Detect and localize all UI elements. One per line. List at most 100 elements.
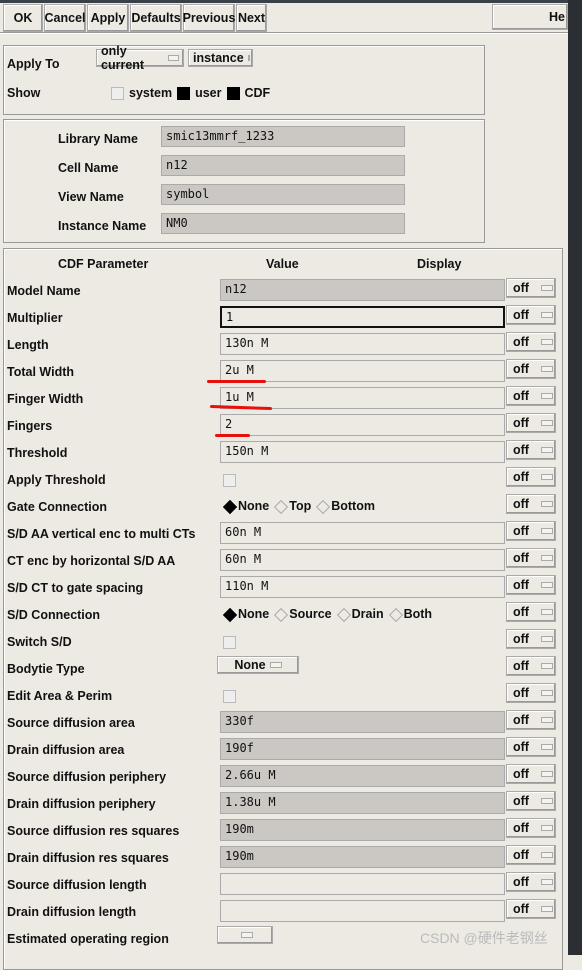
cancel-button[interactable]: Cancel [44,4,86,32]
s-d-aa-vertical-enc-to-multi-cts-display-dropdown[interactable]: off [506,521,556,541]
s-d-connection-radio-drain[interactable]: Drain [336,607,384,622]
s-d-connection-radio-none[interactable]: None [222,607,269,622]
param-label: Apply Threshold [7,473,106,487]
ok-button[interactable]: OK [3,4,43,32]
total-width-display-dropdown[interactable]: off [506,359,556,379]
source-diffusion-length-display-dropdown[interactable]: off [506,872,556,892]
drain-diffusion-res-squares-display-dropdown[interactable]: off [506,845,556,865]
previous-button[interactable]: Previous [183,4,235,32]
threshold-input[interactable]: 150n M [220,441,505,463]
source-diffusion-res-squares-display-dropdown[interactable]: off [506,818,556,838]
bodytie-type-display-dropdown[interactable]: off [506,656,556,676]
source-diffusion-length-input[interactable] [220,873,505,895]
finger-width-display-dropdown[interactable]: off [506,386,556,406]
dropdown-icon [540,906,553,912]
s-d-connection-radio-both[interactable]: Both [388,607,432,622]
drain-diffusion-length-input[interactable] [220,900,505,922]
apply-target-dropdown[interactable]: instance [188,49,253,67]
edit-area-perim-checkbox[interactable] [223,690,236,703]
display-value: off [513,308,529,322]
param-row-s-d-connection: S/D Connection None Source Drain Both off [3,601,558,628]
display-value: off [513,281,529,295]
dropdown-icon [540,744,553,750]
annotation-underline [207,380,266,383]
gate-connection-radio-none[interactable]: None [222,499,269,514]
dropdown-icon [540,717,553,723]
system-checkbox[interactable] [111,86,124,100]
user-checkbox[interactable] [177,86,191,100]
next-button[interactable]: Next [236,4,267,32]
ct-enc-by-horizontal-s-d-aa-display-dropdown[interactable]: off [506,548,556,568]
drain-diffusion-area-input: 190f [220,738,505,760]
dropdown-icon [241,932,253,938]
fingers-display-dropdown[interactable]: off [506,413,556,433]
param-row-bodytie-type: Bodytie Type None off [3,655,558,682]
s-d-aa-vertical-enc-to-multi-cts-input[interactable]: 60n M [220,522,505,544]
param-row-multiplier: Multiplier 1 off [3,304,558,331]
source-diffusion-area-display-dropdown[interactable]: off [506,710,556,730]
toolbar-divider [0,32,568,34]
cell-name-field: n12 [161,155,405,176]
ct-enc-by-horizontal-s-d-aa-input[interactable]: 60n M [220,549,505,571]
multiplier-input[interactable]: 1 [220,306,505,328]
apply-to-panel: Apply To only current instance Show syst… [3,44,485,115]
s-d-connection-radio-source[interactable]: Source [273,607,332,622]
gate-connection-radio-bottom[interactable]: Bottom [315,499,375,514]
total-width-input[interactable]: 2u M [220,360,505,382]
drain-diffusion-periphery-display-dropdown[interactable]: off [506,791,556,811]
apply-threshold-display-dropdown[interactable]: off [506,467,556,487]
bodytie-type-dropdown[interactable]: None [217,656,299,674]
source-diffusion-periphery-display-dropdown[interactable]: off [506,764,556,784]
apply-button[interactable]: Apply [87,4,129,32]
param-label: Drain diffusion periphery [7,797,156,811]
display-value: off [513,389,529,403]
finger-width-input[interactable]: 1u M [220,387,505,409]
param-label: Threshold [7,446,68,460]
defaults-button[interactable]: Defaults [130,4,182,32]
switch-s-d-checkbox[interactable] [223,636,236,649]
dropdown-icon [540,771,553,777]
param-row-drain-diffusion-length: Drain diffusion length off [3,898,558,925]
param-label: Source diffusion periphery [7,770,167,784]
dropdown-icon [540,879,553,885]
param-row-length: Length 130n M off [3,331,558,358]
display-value: off [513,821,529,835]
cell-name-label: Cell Name [58,161,119,175]
drain-diffusion-length-display-dropdown[interactable]: off [506,899,556,919]
length-display-dropdown[interactable]: off [506,332,556,352]
apply-threshold-checkbox[interactable] [223,474,236,487]
param-row-fingers: Fingers 2 off [3,412,558,439]
switch-s-d-display-dropdown[interactable]: off [506,629,556,649]
apply-target-value: instance [193,51,244,65]
apply-scope-value: only current [101,44,145,72]
model-name-display-dropdown[interactable]: off [506,278,556,298]
length-input[interactable]: 130n M [220,333,505,355]
source-diffusion-area-input: 330f [220,711,505,733]
param-label: Bodytie Type [7,662,85,676]
drain-diffusion-area-display-dropdown[interactable]: off [506,737,556,757]
help-button[interactable]: He [492,4,568,30]
display-value: off [513,659,529,673]
estimated-operating-region-dropdown[interactable] [217,926,273,944]
apply-scope-dropdown[interactable]: only current [96,44,184,72]
display-value: off [513,740,529,754]
fingers-input[interactable]: 2 [220,414,505,436]
param-row-source-diffusion-periphery: Source diffusion periphery 2.66u M off [3,763,558,790]
threshold-display-dropdown[interactable]: off [506,440,556,460]
gate-connection-display-dropdown[interactable]: off [506,494,556,514]
s-d-ct-to-gate-spacing-input[interactable]: 110n M [220,576,505,598]
cdf-checkbox[interactable] [226,86,240,100]
param-row-drain-diffusion-periphery: Drain diffusion periphery 1.38u M off [3,790,558,817]
dropdown-icon [540,798,553,804]
display-value: off [513,335,529,349]
multiplier-display-dropdown[interactable]: off [506,305,556,325]
s-d-connection-display-dropdown[interactable]: off [506,602,556,622]
dropdown-icon [540,825,553,831]
gate-connection-radio-top[interactable]: Top [273,499,311,514]
display-value: off [513,524,529,538]
edit-area-perim-display-dropdown[interactable]: off [506,683,556,703]
param-row-s-d-aa-vertical-enc-to-multi-cts: S/D AA vertical enc to multi CTs 60n M off [3,520,558,547]
dropdown-icon [168,55,179,61]
dropdown-icon [540,852,553,858]
s-d-ct-to-gate-spacing-display-dropdown[interactable]: off [506,575,556,595]
